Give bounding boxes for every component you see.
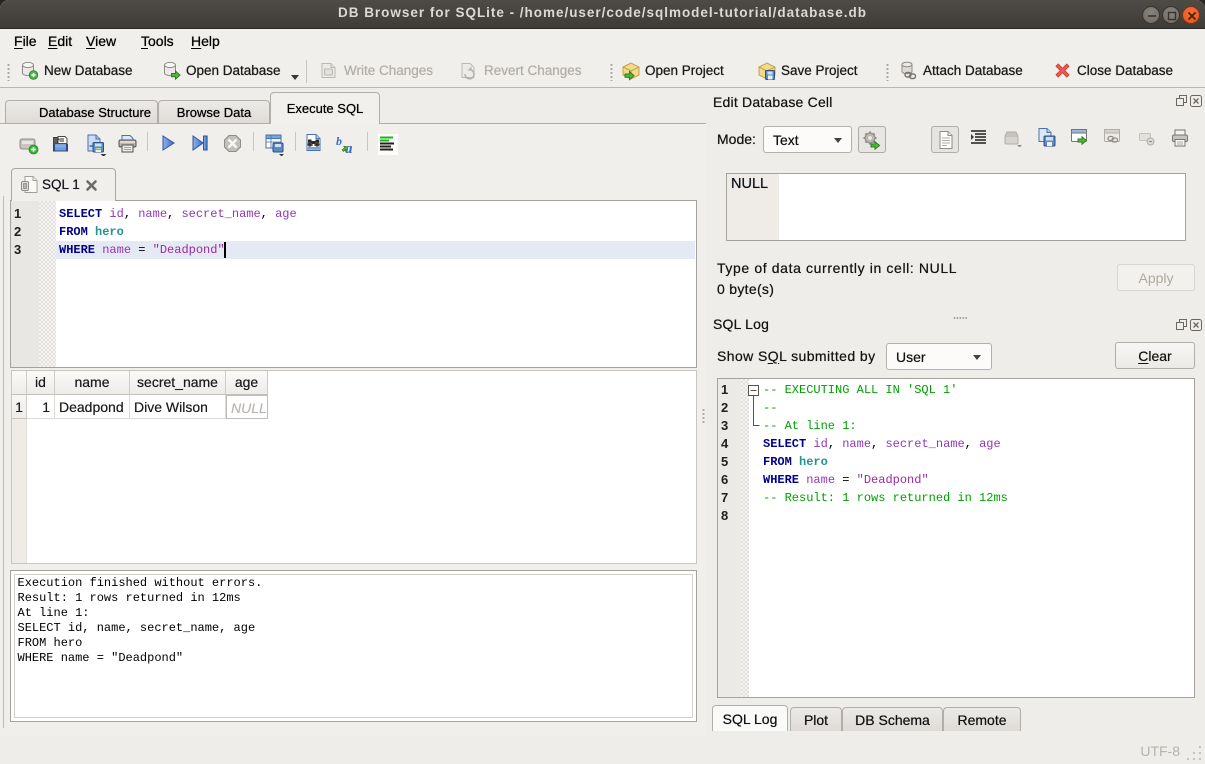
svg-text:b: b [336,134,342,148]
